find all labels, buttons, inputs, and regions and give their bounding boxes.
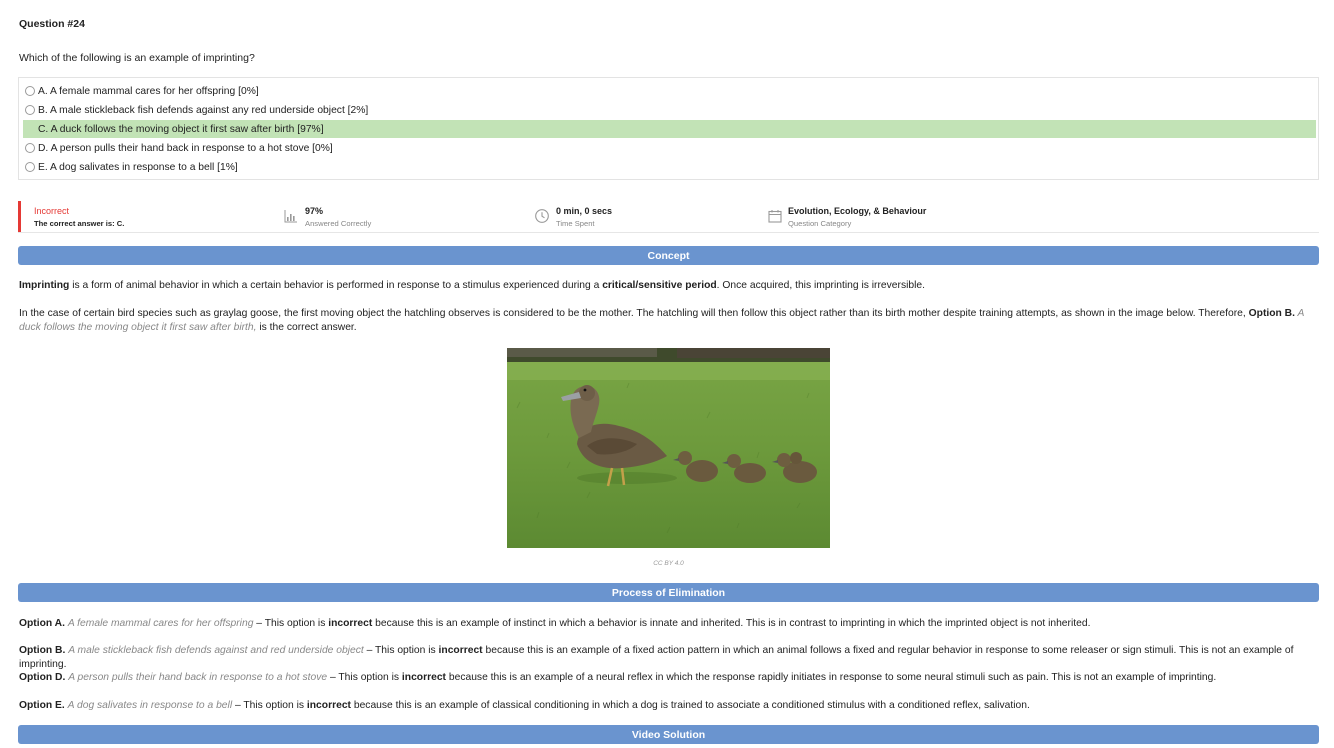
elimination-text: because this is an example of classical … <box>350 700 1030 711</box>
option-ref-text: A dog salivates in response to a bell <box>67 700 233 711</box>
radio-icon[interactable] <box>25 105 35 115</box>
term-critical-period: critical/sensitive period <box>602 280 717 291</box>
concept-text: In the case of certain bird species such… <box>19 308 1249 319</box>
option-a[interactable]: A. A female mammal cares for her offspri… <box>23 82 1316 100</box>
option-label: D. A person pulls their hand back in res… <box>38 142 333 154</box>
elimination-item: Option E. A dog salivates in response to… <box>19 699 1317 713</box>
option-ref: Option D. <box>19 672 66 683</box>
stat-percent: 97% Answered Correctly <box>305 206 371 228</box>
concept-text: is a form of animal behavior in which a … <box>69 280 603 291</box>
option-ref: Option E. <box>19 700 65 711</box>
elimination-text: because this is an example of instinct i… <box>372 618 1091 629</box>
image-caption: CC BY 4.0 <box>653 560 684 567</box>
radio-icon[interactable] <box>25 143 35 153</box>
concept-text: . Once acquired, this imprinting is irre… <box>716 280 925 291</box>
option-ref-text: A male stickleback fish defends against … <box>68 645 364 656</box>
option-label: E. A dog salivates in response to a bell… <box>38 161 238 173</box>
option-b[interactable]: B. A male stickleback fish defends again… <box>23 101 1316 119</box>
time-label: Time Spent <box>556 219 595 228</box>
result-label: Incorrect <box>34 206 70 216</box>
video-solution-header[interactable]: Video Solution <box>18 725 1319 744</box>
bar-chart-icon <box>284 210 297 223</box>
concept-paragraph-1: Imprinting is a form of animal behavior … <box>19 279 1317 293</box>
option-c[interactable]: C. A duck follows the moving object it f… <box>23 120 1316 138</box>
time-value: 0 min, 0 secs <box>556 206 613 216</box>
incorrect-label: incorrect <box>438 645 483 656</box>
percent-value: 97% <box>305 206 324 216</box>
correct-answer-note: The correct answer is: C. <box>34 219 125 228</box>
option-e[interactable]: E. A dog salivates in response to a bell… <box>23 158 1316 176</box>
ducks-illustration <box>507 348 830 548</box>
elimination-item: Option A. A female mammal cares for her … <box>19 617 1317 631</box>
elimination-text: – This option is <box>327 672 402 683</box>
option-label: A. A female mammal cares for her offspri… <box>38 85 259 97</box>
category-label: Question Category <box>788 219 852 228</box>
elimination-header[interactable]: Process of Elimination <box>18 583 1319 602</box>
incorrect-label: incorrect <box>328 618 373 629</box>
duck-photo <box>507 348 830 548</box>
answer-options: A. A female mammal cares for her offspri… <box>18 77 1319 180</box>
option-ref-text: A person pulls their hand back in respon… <box>68 672 328 683</box>
option-label: C. A duck follows the moving object it f… <box>38 123 324 135</box>
calendar-icon <box>768 210 782 223</box>
radio-icon[interactable] <box>25 124 35 134</box>
percent-label: Answered Correctly <box>305 219 372 228</box>
stat-result: Incorrect The correct answer is: C. <box>34 206 124 228</box>
status-bar <box>18 201 21 232</box>
option-ref: Option A. <box>19 618 65 629</box>
elimination-text: – This option is <box>363 645 439 656</box>
question-title: Question #24 <box>19 18 85 30</box>
option-ref: Option B. <box>1248 308 1295 319</box>
question-text: Which of the following is an example of … <box>19 52 255 64</box>
incorrect-label: incorrect <box>306 700 351 711</box>
elimination-text: because this is an example of a neural r… <box>446 672 1217 683</box>
elimination-text: – This option is <box>232 700 307 711</box>
result-stats: Incorrect The correct answer is: C. 97% … <box>18 201 1319 233</box>
radio-icon[interactable] <box>25 162 35 172</box>
incorrect-label: incorrect <box>401 672 446 683</box>
concept-header[interactable]: Concept <box>18 246 1319 265</box>
stat-category: Evolution, Ecology, & Behaviour Question… <box>788 206 926 228</box>
clock-icon <box>535 209 549 223</box>
option-ref-text: A female mammal cares for her offspring <box>67 618 254 629</box>
option-ref: Option B. <box>19 645 66 656</box>
elimination-item: Option B. A male stickleback fish defend… <box>19 644 1317 672</box>
stat-time: 0 min, 0 secs Time Spent <box>556 206 612 228</box>
option-label: B. A male stickleback fish defends again… <box>38 104 369 116</box>
category-value: Evolution, Ecology, & Behaviour <box>788 206 927 216</box>
radio-icon[interactable] <box>25 86 35 96</box>
term-imprinting: Imprinting <box>19 280 70 291</box>
option-d[interactable]: D. A person pulls their hand back in res… <box>23 139 1316 157</box>
elimination-item: Option D. A person pulls their hand back… <box>19 671 1317 685</box>
concept-text: is the correct answer. <box>256 322 357 333</box>
elimination-text: – This option is <box>253 618 329 629</box>
concept-paragraph-2: In the case of certain bird species such… <box>19 307 1317 335</box>
